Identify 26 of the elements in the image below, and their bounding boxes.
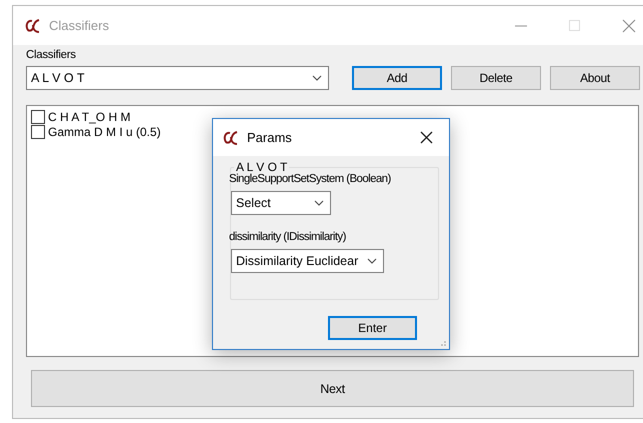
- chevron-down-icon: [367, 258, 377, 264]
- classifiers-label: Classifiers: [26, 49, 77, 61]
- parameter-label: dissimilarity (IDissimilarity): [229, 231, 347, 243]
- parameter-label: SingleSupportSetSystem (Boolean): [229, 173, 392, 185]
- resize-grip-icon: [439, 339, 447, 347]
- next-button[interactable]: Next: [31, 370, 634, 407]
- classifier-dropdown[interactable]: A L V O T: [26, 66, 329, 90]
- minimize-icon[interactable]: [515, 24, 527, 26]
- chevron-down-icon: [314, 200, 324, 206]
- close-icon[interactable]: [420, 131, 432, 144]
- app-logo-icon: [25, 18, 41, 32]
- checkbox[interactable]: [31, 110, 45, 124]
- window-title: Classifiers: [49, 18, 110, 33]
- dialog-title: Params: [247, 130, 293, 145]
- classifier-name[interactable]: C H A T_O H M: [48, 110, 130, 124]
- toolbar-button[interactable]: Add: [352, 66, 442, 90]
- app-logo-icon: [223, 130, 239, 144]
- classifier-name[interactable]: Gamma D M I u (0.5): [48, 125, 161, 139]
- toolbar-button[interactable]: About: [550, 66, 640, 90]
- checkbox[interactable]: [31, 125, 45, 139]
- chevron-down-icon: [312, 75, 322, 81]
- parameter-dropdown[interactable]: Dissimilarity Euclidear: [231, 249, 384, 273]
- toolbar-button[interactable]: Delete: [451, 66, 541, 90]
- group-title: A L V O T: [236, 162, 288, 173]
- parameter-dropdown[interactable]: Select: [231, 191, 331, 215]
- enter-button[interactable]: Enter: [328, 316, 417, 340]
